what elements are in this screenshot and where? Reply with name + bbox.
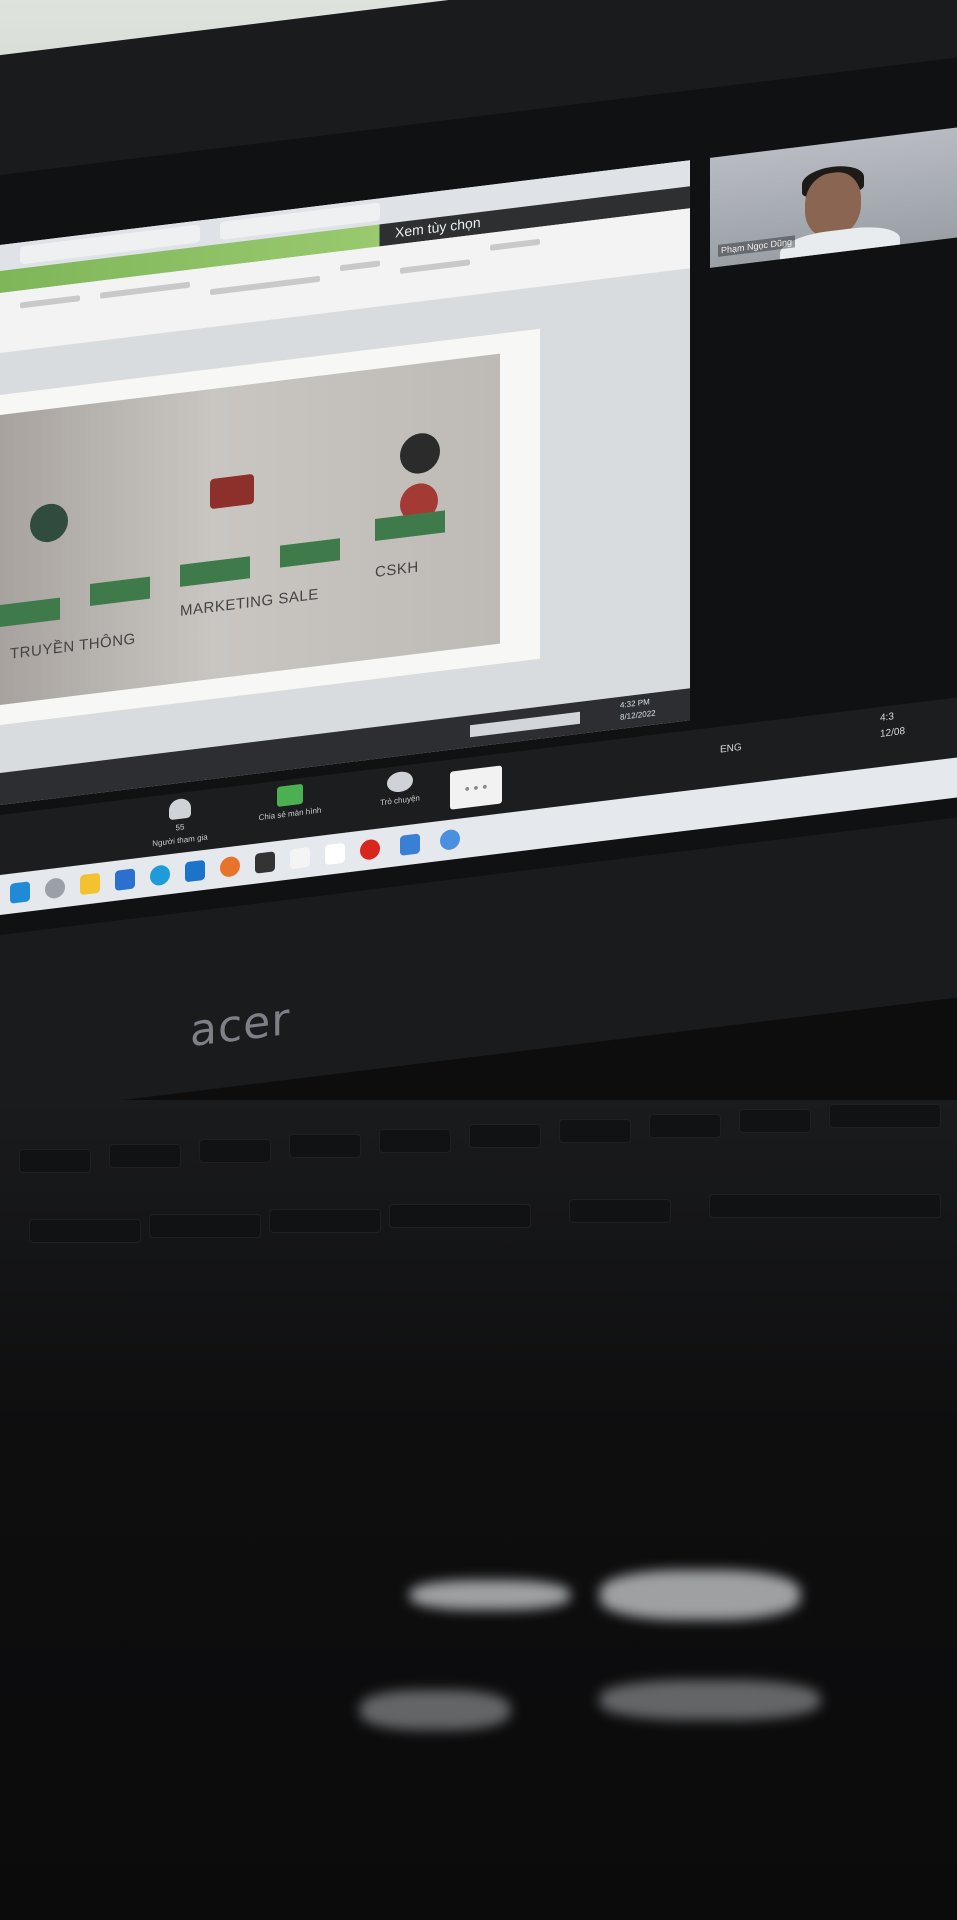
keyboard-key	[20, 1150, 90, 1172]
green-box	[280, 538, 340, 568]
key-glare	[600, 1680, 820, 1720]
keyboard-key	[830, 1105, 940, 1127]
keyboard-key	[470, 1125, 540, 1147]
green-box	[0, 597, 60, 627]
participants-button[interactable]: 55 Người tham gia	[120, 792, 240, 855]
keyboard-key	[390, 1205, 530, 1227]
share-screen-button[interactable]: Chia sẻ màn hình	[230, 778, 350, 841]
firefox-icon[interactable]	[220, 855, 240, 878]
laptop-screen: Xem tùy chọn TRUYỀN THÔNG MARKETING SALE…	[0, 57, 957, 935]
participant-shirt	[780, 222, 900, 268]
slide-label-marketing: MARKETING SALE	[180, 585, 319, 620]
keyboard-key	[150, 1215, 260, 1237]
shared-clock-date: 8/12/2022	[620, 708, 656, 722]
share-screen-label: Chia sẻ màn hình	[258, 805, 322, 823]
edge-icon[interactable]	[150, 864, 170, 887]
keyboard-key	[560, 1120, 630, 1142]
share-screen-icon	[277, 783, 303, 807]
slide-label-cskh: CSKH	[375, 558, 419, 581]
shared-screen-window: Xem tùy chọn TRUYỀN THÔNG MARKETING SALE…	[0, 160, 690, 805]
tray-time: 4:3	[880, 711, 894, 724]
green-box	[90, 576, 150, 606]
app-icon[interactable]	[440, 828, 460, 851]
zoom-icon[interactable]	[400, 833, 420, 856]
word-icon[interactable]	[115, 868, 135, 891]
key-glare	[410, 1580, 570, 1610]
green-box	[180, 556, 250, 587]
laptop-keyboard	[0, 1100, 957, 1920]
chat-label: Trò chuyện	[380, 793, 420, 808]
keyboard-key	[380, 1130, 450, 1152]
participants-icon	[169, 797, 191, 821]
globe-icon	[30, 501, 68, 545]
keyboard-key	[650, 1115, 720, 1137]
keyboard-key	[710, 1195, 940, 1217]
search-icon[interactable]	[45, 877, 65, 900]
keyboard-key	[290, 1135, 360, 1157]
dropbox-icon[interactable]	[255, 851, 275, 874]
opera-icon[interactable]	[360, 838, 380, 861]
mail-icon[interactable]	[185, 859, 205, 883]
amazon-icon[interactable]	[290, 846, 310, 870]
keyboard-key	[740, 1110, 810, 1132]
presentation-slide: TRUYỀN THÔNG MARKETING SALE CSKH	[0, 328, 540, 728]
slide-content: TRUYỀN THÔNG MARKETING SALE CSKH	[0, 353, 500, 708]
keyboard-key	[110, 1145, 180, 1167]
keyboard-key	[30, 1220, 140, 1242]
file-icon[interactable]	[325, 842, 345, 866]
key-glare	[600, 1570, 800, 1620]
cart-icon	[210, 473, 254, 510]
keyboard-key	[570, 1200, 670, 1222]
green-box	[375, 510, 445, 541]
chat-icon	[387, 770, 413, 794]
folder-icon[interactable]	[80, 872, 100, 896]
tray-language[interactable]: ENG	[720, 742, 742, 756]
share-icon	[400, 430, 440, 476]
shared-taskbar-icons	[470, 711, 580, 738]
tray-date: 12/08	[880, 725, 906, 740]
start-icon[interactable]	[10, 881, 30, 904]
keyboard-key	[270, 1210, 380, 1232]
shared-clock-time: 4:32 PM	[620, 697, 650, 710]
more-button[interactable]: • • •	[450, 765, 502, 810]
chat-button[interactable]: Trò chuyện	[340, 765, 460, 828]
keyboard-key	[200, 1140, 270, 1162]
video-tile[interactable]: Phạm Ngọc Dũng	[710, 127, 957, 268]
slide-label-communication: TRUYỀN THÔNG	[10, 630, 136, 663]
key-glare	[360, 1690, 510, 1730]
